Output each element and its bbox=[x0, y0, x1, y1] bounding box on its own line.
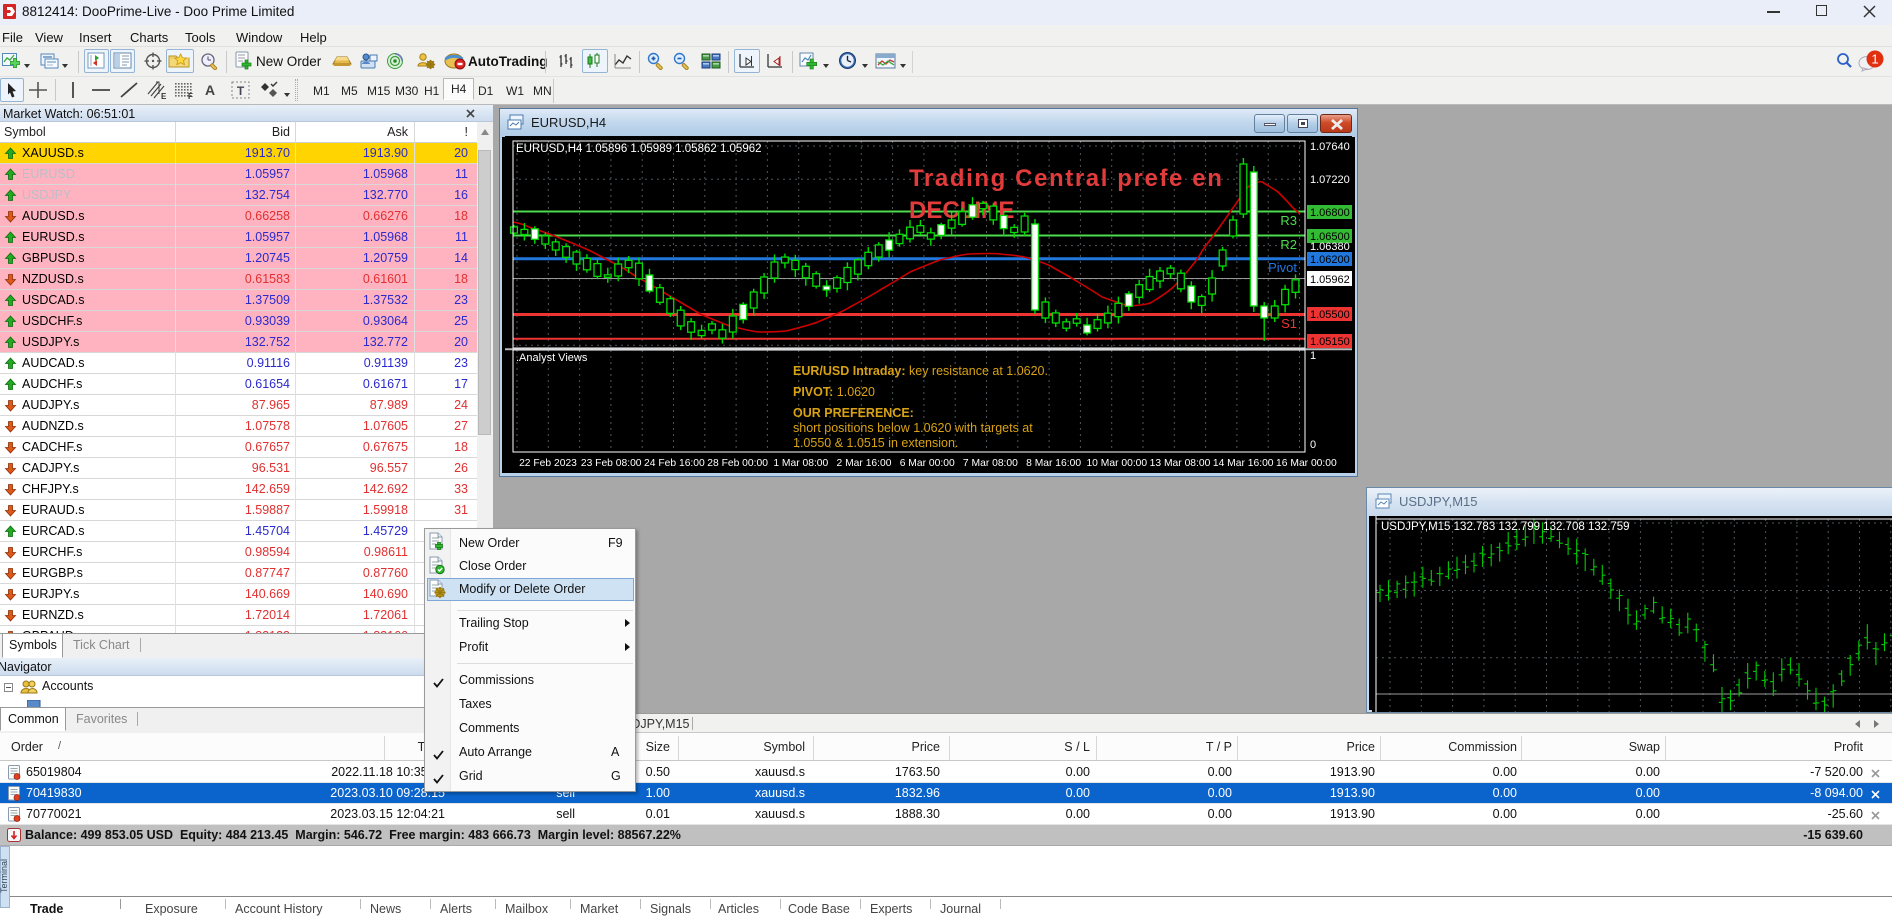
svg-text:6 Mar 00:00: 6 Mar 00:00 bbox=[900, 458, 955, 469]
svg-text:S1: S1 bbox=[1281, 316, 1297, 331]
svg-text:16 Mar 00:00: 16 Mar 00:00 bbox=[1276, 458, 1337, 469]
svg-text:USDJPY,M15 132.783 132.799 13: USDJPY,M15 132.783 132.799 132.708 132.7… bbox=[1381, 521, 1630, 533]
svg-text:1.06800: 1.06800 bbox=[1310, 207, 1350, 219]
svg-text:R3: R3 bbox=[1280, 213, 1297, 228]
svg-text:2 Mar 16:00: 2 Mar 16:00 bbox=[837, 458, 892, 469]
svg-text:7 Mar 08:00: 7 Mar 08:00 bbox=[963, 458, 1018, 469]
svg-text:1.0550 & 1.0515 in extension.: 1.0550 & 1.0515 in extension. bbox=[793, 436, 958, 450]
svg-text:1: 1 bbox=[1871, 52, 1878, 67]
svg-text:Pivot: Pivot bbox=[1268, 260, 1297, 275]
svg-text:EURUSD,H4 1.05896 1.05989 1.0: EURUSD,H4 1.05896 1.05989 1.05862 1.0596… bbox=[516, 143, 762, 155]
svg-text:EUR/USD Intraday: key resista: EUR/USD Intraday: key resistance at 1.06… bbox=[793, 364, 1048, 378]
svg-text:24 Feb 16:00: 24 Feb 16:00 bbox=[644, 458, 705, 469]
svg-text:1.05962: 1.05962 bbox=[1310, 274, 1350, 286]
svg-text:1.07640: 1.07640 bbox=[1310, 141, 1350, 153]
svg-text:28 Feb 00:00: 28 Feb 00:00 bbox=[707, 458, 768, 469]
svg-text:1.05150: 1.05150 bbox=[1310, 336, 1350, 348]
svg-text:PIVOT: 1.0620: PIVOT: 1.0620 bbox=[793, 385, 875, 399]
svg-text:13 Mar 08:00: 13 Mar 08:00 bbox=[1150, 458, 1211, 469]
svg-text:OUR PREFERENCE:: OUR PREFERENCE: bbox=[793, 406, 914, 420]
svg-text:1.06380: 1.06380 bbox=[1310, 241, 1350, 253]
svg-text:short positions below 1.0620 w: short positions below 1.0620 with target… bbox=[793, 421, 1033, 435]
svg-text:14 Mar 16:00: 14 Mar 16:00 bbox=[1213, 458, 1274, 469]
svg-text:8 Mar 16:00: 8 Mar 16:00 bbox=[1026, 458, 1081, 469]
svg-text:1.07220: 1.07220 bbox=[1310, 174, 1350, 186]
svg-text:Trading Central prefe en: Trading Central prefe en bbox=[909, 165, 1223, 192]
svg-text:1.06200: 1.06200 bbox=[1310, 254, 1350, 266]
svg-text:23 Feb 08:00: 23 Feb 08:00 bbox=[581, 458, 642, 469]
svg-text:R2: R2 bbox=[1280, 237, 1297, 252]
svg-text:0: 0 bbox=[1310, 439, 1316, 451]
svg-text:1: 1 bbox=[1310, 350, 1316, 362]
svg-text:10 Mar 00:00: 10 Mar 00:00 bbox=[1086, 458, 1147, 469]
svg-text:22 Feb 2023: 22 Feb 2023 bbox=[519, 458, 577, 469]
svg-text:1 Mar 08:00: 1 Mar 08:00 bbox=[773, 458, 828, 469]
svg-text:1.05500: 1.05500 bbox=[1310, 309, 1350, 321]
svg-text:.Analyst Views: .Analyst Views bbox=[516, 352, 588, 364]
